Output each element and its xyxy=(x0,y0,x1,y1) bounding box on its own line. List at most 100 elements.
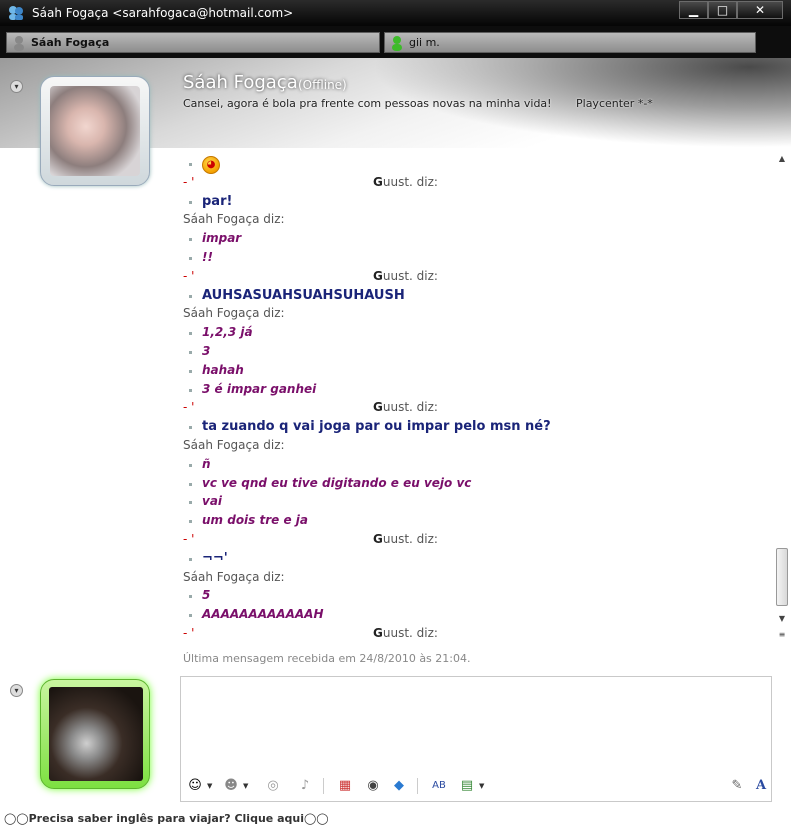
wink-dropdown-icon[interactable]: ▼ xyxy=(243,782,248,790)
emoticon-icon: ◕ xyxy=(202,156,220,174)
close-button[interactable]: ✕ xyxy=(737,1,783,19)
sender-name-rest: uust. diz: xyxy=(382,532,438,546)
voice-clip-icon[interactable]: ♪ xyxy=(295,777,315,795)
toolbar-divider xyxy=(417,778,418,794)
bullet xyxy=(189,163,192,166)
message-line: vc ve qnd eu tive digitando e eu vejo vc xyxy=(183,476,773,494)
sender-prefix: - ' xyxy=(183,268,195,283)
chat-scrollbar[interactable]: ▲ ▼ ≡ xyxy=(775,152,789,644)
tab-gii-m[interactable]: gii m. xyxy=(384,32,756,53)
sender-header-sah: Sáah Fogaça diz: xyxy=(183,438,773,456)
bullet xyxy=(189,614,192,618)
bullet xyxy=(189,294,192,298)
emoticon-dropdown-icon[interactable]: ▼ xyxy=(207,782,212,790)
message-line: ¬¬' xyxy=(183,551,773,569)
ad-link[interactable]: ◯◯Precisa saber inglês para viajar? Cliq… xyxy=(4,812,329,825)
message-line: AUHSASUAHSUAHSUHAUSH xyxy=(183,288,773,306)
nudge-icon[interactable]: ◎ xyxy=(263,777,283,795)
message-text: !! xyxy=(202,250,213,264)
self-photo xyxy=(49,687,143,781)
sender-header-guust: - ' Guust. diz: xyxy=(183,626,773,640)
personal-message-extra: Playcenter *-* xyxy=(576,97,653,110)
message-line: vai xyxy=(183,494,773,512)
sender-name-rest: uust. diz: xyxy=(382,626,438,640)
sender-name-rest: uust. diz: xyxy=(382,174,438,189)
maximize-button[interactable]: □ xyxy=(708,1,737,19)
scroll-thumb[interactable] xyxy=(776,548,788,606)
scroll-end-icon[interactable]: ≡ xyxy=(775,630,789,642)
message-text: 1,2,3 já xyxy=(202,325,253,340)
tab-label: gii m. xyxy=(409,36,440,49)
message-line: !! xyxy=(183,250,773,268)
message-text: hahah xyxy=(202,362,244,377)
sender-initial: G xyxy=(373,626,383,640)
handwriting-icon[interactable]: ✎ xyxy=(727,777,747,795)
bullet xyxy=(189,351,192,354)
bullet xyxy=(189,557,192,561)
sender-header-guust: - ' Guust. diz: xyxy=(183,400,773,418)
minimize-button[interactable]: ▁ xyxy=(679,1,708,19)
bullet xyxy=(189,482,192,486)
message-line: 1,2,3 já xyxy=(183,325,773,343)
message-text: 3 é impar ganhei xyxy=(202,381,317,396)
message-line: um dois tre e ja xyxy=(183,513,773,531)
compose-toolbar: ☺ ▼ ☻ ▼ ◎ ♪ ▦ ◉ ◆ AB ▤ ▼ ✎ A xyxy=(180,772,772,802)
last-message-info: Última mensagem recebida em 24/8/2010 às… xyxy=(183,652,471,665)
emoticon-icon[interactable]: ☺ xyxy=(185,777,205,795)
send-file-icon[interactable]: ▤ xyxy=(457,777,477,795)
bullet xyxy=(189,369,192,373)
message-text: um dois tre e ja xyxy=(202,513,308,528)
message-text: ta zuando q vai joga par ou impar pelo m… xyxy=(202,419,551,435)
sender-header-sah: Sáah Fogaça diz: xyxy=(183,570,773,588)
message-text: vai xyxy=(202,494,223,509)
wink-icon[interactable]: ☻ xyxy=(221,777,241,795)
games-icon[interactable]: ◉ xyxy=(363,777,383,795)
message-text: ñ xyxy=(202,456,211,471)
sender-header-sah: Sáah Fogaça diz: xyxy=(183,306,773,324)
title-bar: Sáah Fogaça <sarahfogaca@hotmail.com> ▁ … xyxy=(0,0,791,26)
self-avatar[interactable] xyxy=(40,679,150,789)
message-text: vc ve qnd eu tive digitando e eu vejo vc xyxy=(202,475,472,490)
font-icon[interactable]: A xyxy=(751,777,771,795)
sender-name: Sáah Fogaça diz: xyxy=(183,569,285,584)
message-text: 3 xyxy=(202,344,211,358)
sender-name: Sáah Fogaça diz: xyxy=(183,212,285,227)
activities-icon[interactable]: ◆ xyxy=(389,777,409,795)
tab-label: Sáah Fogaça xyxy=(31,36,110,49)
send-file-dropdown-icon[interactable]: ▼ xyxy=(479,782,484,790)
message-text: 5 xyxy=(202,588,211,603)
bullet xyxy=(189,426,192,430)
tab-sah-fogaca[interactable]: Sáah Fogaça xyxy=(6,32,380,53)
contact-avatar[interactable] xyxy=(40,76,150,186)
bullet xyxy=(189,238,192,242)
contact-name: Sáah Fogaça xyxy=(183,72,298,93)
conversation-history[interactable]: ◕ - ' Guust. diz: par! Sáah Fogaça diz: impar… xyxy=(183,152,773,640)
spell-check-icon[interactable]: AB xyxy=(429,777,449,795)
collapse-contact-button[interactable]: ▾ xyxy=(10,80,23,93)
contact-status: (Offline) xyxy=(298,78,347,92)
bullet xyxy=(189,200,192,204)
sender-name: Guust. diz: xyxy=(373,532,438,546)
sender-prefix: - ' xyxy=(183,626,195,640)
bullet xyxy=(189,463,192,467)
sender-header-sah: Sáah Fogaça diz: xyxy=(183,212,773,230)
sender-name-rest: uust. diz: xyxy=(382,400,438,415)
sender-initial: G xyxy=(373,174,383,189)
sender-header-guust: - ' Guust. diz: xyxy=(183,532,773,550)
background-icon[interactable]: ▦ xyxy=(335,777,355,795)
message-line: 3 xyxy=(183,344,773,362)
sender-name: Sáah Fogaça diz: xyxy=(183,306,285,321)
sender-initial: G xyxy=(373,400,383,415)
message-line: 5 xyxy=(183,588,773,606)
scroll-down-icon[interactable]: ▼ xyxy=(775,614,789,626)
sender-name: Guust. diz: xyxy=(373,626,438,640)
sender-initial: G xyxy=(373,532,383,546)
message-input[interactable] xyxy=(180,676,772,772)
collapse-self-button[interactable]: ▾ xyxy=(10,684,23,697)
message-line: impar xyxy=(183,231,773,249)
scroll-up-icon[interactable]: ▲ xyxy=(775,154,789,166)
message-text: AAAAAAAAAAAAH xyxy=(202,607,324,622)
message-text: ¬¬' xyxy=(202,550,228,566)
message-line: 3 é impar ganhei xyxy=(183,382,773,400)
message-line: ta zuando q vai joga par ou impar pelo m… xyxy=(183,419,773,437)
